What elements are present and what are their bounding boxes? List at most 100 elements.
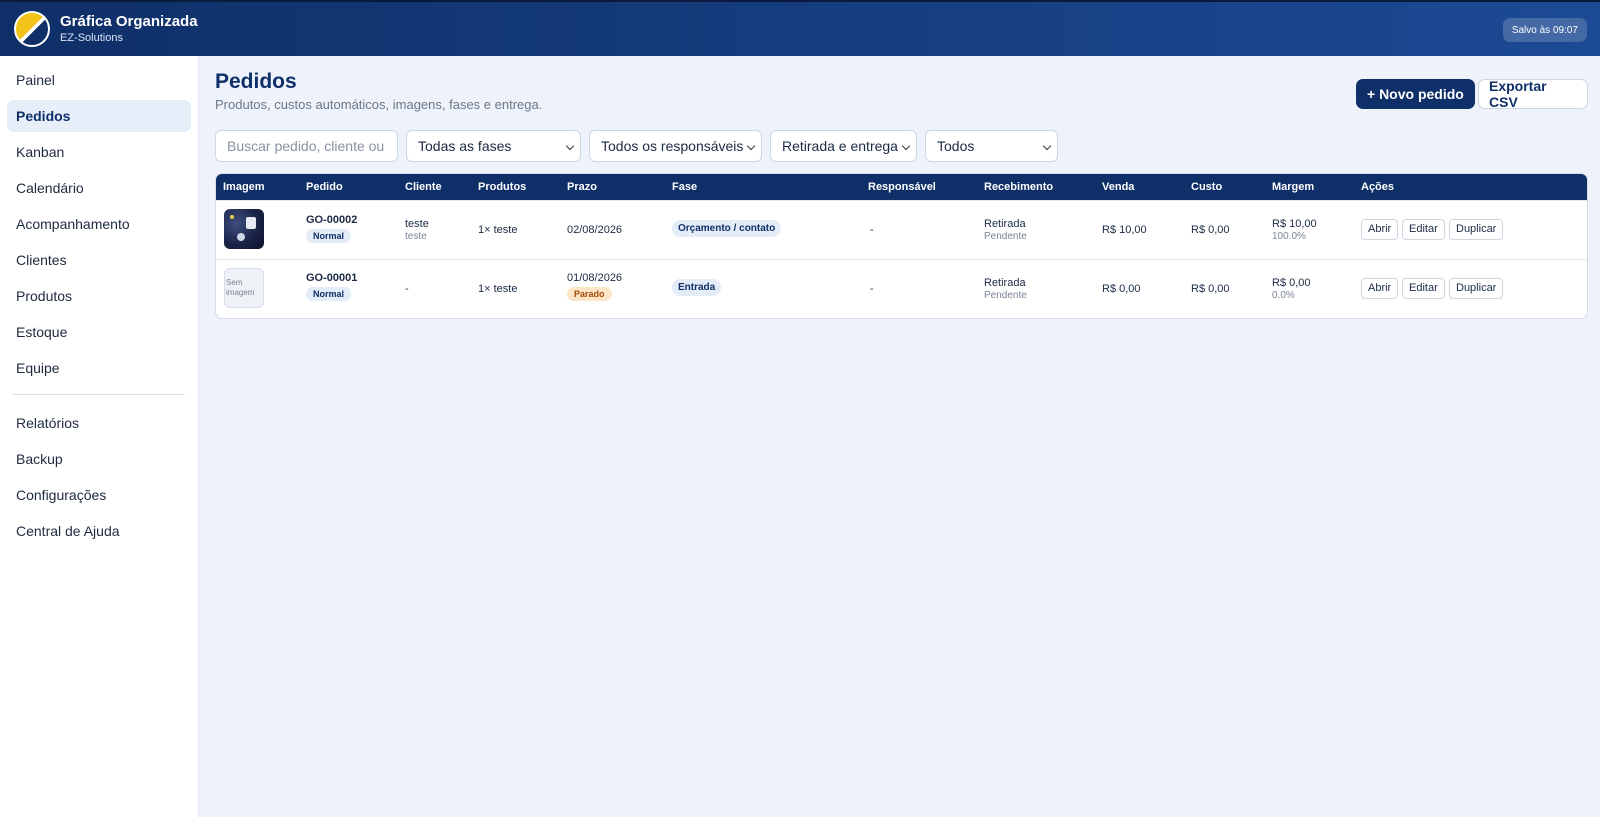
column-header-acoes: Ações	[1361, 181, 1395, 193]
sidebar-item-pedidos[interactable]: Pedidos	[7, 100, 191, 132]
no-image-placeholder: Sem imagem	[224, 268, 264, 308]
owner-cell: -	[870, 283, 874, 295]
phase-badge: Orçamento / contato	[672, 220, 782, 237]
sale-cell: R$ 0,00	[1102, 283, 1141, 295]
column-header-pedido: Pedido	[306, 181, 343, 193]
order-id: GO-00001	[306, 272, 358, 284]
top-bar: Gráfica Organizada EZ-Solutions Salvo às…	[0, 0, 1600, 56]
chevron-down-icon	[1042, 141, 1052, 151]
new-order-button[interactable]: + Novo pedido	[1356, 79, 1475, 109]
receipt-type: Retirada	[984, 218, 1026, 230]
app-logo	[14, 11, 50, 47]
margin-cell: R$ 10,00 100.0%	[1272, 218, 1317, 242]
deadline-date: 01/08/2026	[567, 272, 623, 284]
column-header-responsavel: Responsável	[868, 181, 936, 193]
chevron-down-icon	[746, 141, 756, 151]
sidebar-item-relatorios[interactable]: Relatórios	[7, 407, 191, 439]
filters-bar: Todas as fases Todos os responsáveis Ret…	[215, 130, 1588, 162]
column-header-fase: Fase	[672, 181, 698, 193]
owner-cell: -	[870, 224, 874, 236]
column-header-cliente: Cliente	[405, 181, 442, 193]
status-select[interactable]: Todos	[925, 130, 1058, 162]
order-id: GO-00002	[306, 214, 358, 226]
receipt-cell: Retirada Pendente	[984, 277, 1027, 301]
client-sub: teste	[405, 231, 427, 242]
phase-cell: Entrada	[672, 279, 722, 296]
chevron-down-icon	[901, 141, 911, 151]
cost-cell: R$ 0,00	[1191, 283, 1230, 295]
phase-select[interactable]: Todas as fases	[406, 130, 581, 162]
column-header-recebimento: Recebimento	[984, 181, 1054, 193]
priority-badge: Normal	[306, 287, 352, 301]
sidebar-item-calendario[interactable]: Calendário	[7, 172, 191, 204]
receipt-cell: Retirada Pendente	[984, 218, 1027, 242]
sidebar-item-estoque[interactable]: Estoque	[7, 316, 191, 348]
column-header-margem: Margem	[1272, 181, 1315, 193]
sidebar-item-central-de-ajuda[interactable]: Central de Ajuda	[7, 515, 191, 547]
table-row[interactable]: GO-00002 Normal teste teste 1× teste 02/…	[216, 200, 1587, 259]
phase-cell: Orçamento / contato	[672, 220, 782, 237]
edit-button[interactable]: Editar	[1402, 219, 1445, 240]
column-header-imagem: Imagem	[223, 181, 265, 193]
status-select-value: Todos	[937, 138, 975, 154]
products-cell: 1× teste	[478, 283, 518, 295]
phase-badge: Entrada	[672, 279, 722, 296]
sidebar-item-clientes[interactable]: Clientes	[7, 244, 191, 276]
chevron-down-icon	[565, 141, 575, 151]
brand: Gráfica Organizada EZ-Solutions	[60, 13, 198, 45]
margin-value: R$ 0,00	[1272, 277, 1311, 289]
sidebar-item-produtos[interactable]: Produtos	[7, 280, 191, 312]
table-header: Imagem Pedido Cliente Produtos Prazo Fas…	[216, 174, 1587, 200]
priority-badge: Normal	[306, 229, 352, 243]
search-input[interactable]	[227, 138, 386, 154]
page-title: Pedidos	[215, 70, 297, 93]
orders-table: Imagem Pedido Cliente Produtos Prazo Fas…	[215, 173, 1588, 319]
sidebar-item-configuracoes[interactable]: Configurações	[7, 479, 191, 511]
client-name: teste	[405, 218, 429, 230]
column-header-custo: Custo	[1191, 181, 1223, 193]
receipt-status: Pendente	[984, 231, 1027, 242]
deadline-cell: 01/08/2026 Parado	[567, 272, 622, 301]
sidebar-divider	[13, 394, 185, 395]
client-cell: -	[405, 283, 409, 295]
search-field	[215, 130, 398, 162]
order-cell: GO-00001 Normal	[306, 272, 357, 301]
margin-percent: 100.0%	[1272, 231, 1306, 242]
deadline-cell: 02/08/2026	[567, 224, 623, 236]
sidebar-item-backup[interactable]: Backup	[7, 443, 191, 475]
owner-select[interactable]: Todos os responsáveis	[589, 130, 762, 162]
cost-cell: R$ 0,00	[1191, 224, 1230, 236]
sidebar-item-painel[interactable]: Painel	[7, 64, 191, 96]
duplicate-button[interactable]: Duplicar	[1449, 278, 1504, 299]
open-button[interactable]: Abrir	[1361, 278, 1399, 299]
margin-value: R$ 10,00	[1272, 218, 1317, 230]
stalled-badge: Parado	[567, 287, 612, 301]
sale-cell: R$ 10,00	[1102, 224, 1147, 236]
column-header-produtos: Produtos	[478, 181, 527, 193]
owner-select-value: Todos os responsáveis	[601, 138, 744, 154]
receipt-status: Pendente	[984, 290, 1027, 301]
saved-status-badge: Salvo às 09:07	[1502, 18, 1587, 42]
delivery-select[interactable]: Retirada e entrega	[770, 130, 917, 162]
page-subtitle: Produtos, custos automáticos, imagens, f…	[215, 97, 543, 112]
client-cell: teste teste	[405, 218, 429, 242]
table-row[interactable]: Sem imagem GO-00001 Normal - 1× teste 01…	[216, 259, 1587, 318]
export-csv-button[interactable]: Exportar CSV	[1478, 78, 1588, 110]
sidebar-item-acompanhamento[interactable]: Acompanhamento	[7, 208, 191, 240]
app-title: Gráfica Organizada	[60, 13, 198, 30]
order-thumbnail	[224, 209, 264, 249]
duplicate-button[interactable]: Duplicar	[1449, 219, 1504, 240]
margin-cell: R$ 0,00 0.0%	[1272, 277, 1311, 301]
sidebar-item-equipe[interactable]: Equipe	[7, 352, 191, 384]
column-header-prazo: Prazo	[567, 181, 597, 193]
edit-button[interactable]: Editar	[1402, 278, 1445, 299]
receipt-type: Retirada	[984, 277, 1026, 289]
sidebar: Painel Pedidos Kanban Calendário Acompan…	[0, 56, 199, 817]
margin-percent: 0.0%	[1272, 290, 1295, 301]
order-cell: GO-00002 Normal	[306, 214, 357, 243]
products-cell: 1× teste	[478, 224, 518, 236]
delivery-select-value: Retirada e entrega	[782, 138, 898, 154]
phase-select-value: Todas as fases	[418, 138, 512, 154]
open-button[interactable]: Abrir	[1361, 219, 1399, 240]
sidebar-item-kanban[interactable]: Kanban	[7, 136, 191, 168]
